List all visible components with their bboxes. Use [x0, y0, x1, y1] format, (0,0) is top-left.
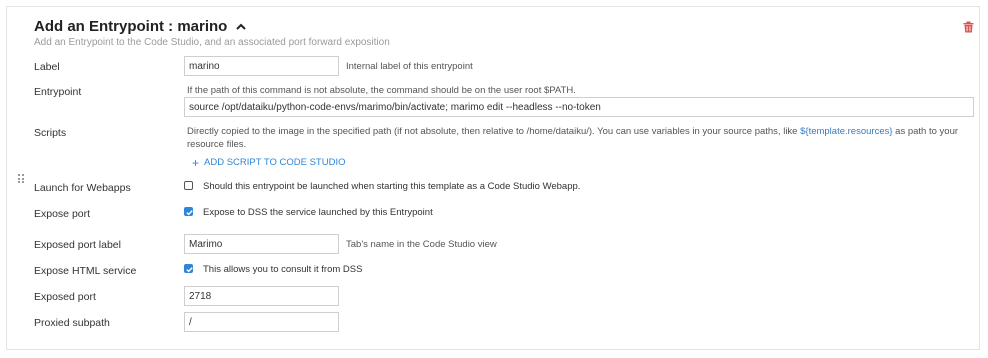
- page-subtitle: Add an Entrypoint to the Code Studio, an…: [34, 37, 390, 48]
- plus-icon: +: [192, 155, 200, 170]
- expose-port-label: Expose port: [34, 208, 91, 220]
- add-script-button[interactable]: + ADD SCRIPT TO CODE STUDIO: [192, 155, 345, 170]
- exposed-port-field-label: Exposed port: [34, 291, 96, 303]
- scripts-description: Directly copied to the image in the spec…: [187, 126, 959, 150]
- label-field-label: Label: [34, 61, 60, 73]
- entrypoint-command-input[interactable]: [184, 97, 974, 117]
- exposed-port-label-label: Exposed port label: [34, 239, 121, 251]
- label-hint: Internal label of this entrypoint: [346, 61, 473, 72]
- launch-webapps-checkbox[interactable]: [184, 181, 193, 190]
- scripts-field-label: Scripts: [34, 127, 67, 139]
- expose-html-checkbox[interactable]: [184, 264, 193, 273]
- drag-handle-icon[interactable]: [18, 174, 24, 184]
- expose-port-text: Expose to DSS the service launched by th…: [203, 207, 433, 218]
- proxied-subpath-label: Proxied subpath: [34, 317, 110, 329]
- label-input[interactable]: [184, 56, 339, 76]
- check-icon: [186, 267, 193, 273]
- template-resources-variable: ${template.resources}: [800, 126, 893, 137]
- trash-icon[interactable]: [963, 21, 974, 33]
- chevron-up-icon[interactable]: [235, 21, 247, 33]
- entrypoint-card: [6, 6, 980, 350]
- exposed-port-input[interactable]: [184, 286, 339, 306]
- page-title: Add an Entrypoint : marino: [34, 18, 228, 35]
- launch-webapps-text: Should this entrypoint be launched when …: [203, 181, 581, 192]
- entrypoint-field-label: Entrypoint: [34, 86, 82, 98]
- expose-html-text: This allows you to consult it from DSS: [203, 264, 363, 275]
- check-icon: [186, 210, 193, 216]
- expose-html-label: Expose HTML service: [34, 265, 137, 277]
- exposed-port-label-input[interactable]: [184, 234, 339, 254]
- exposed-port-label-hint: Tab's name in the Code Studio view: [346, 239, 497, 250]
- expose-port-checkbox[interactable]: [184, 207, 193, 216]
- launch-webapps-label: Launch for Webapps: [34, 182, 131, 194]
- entrypoint-header: Add an Entrypoint : marino: [34, 18, 247, 35]
- proxied-subpath-input[interactable]: [184, 312, 339, 332]
- entrypoint-description: If the path of this command is not absol…: [187, 85, 576, 96]
